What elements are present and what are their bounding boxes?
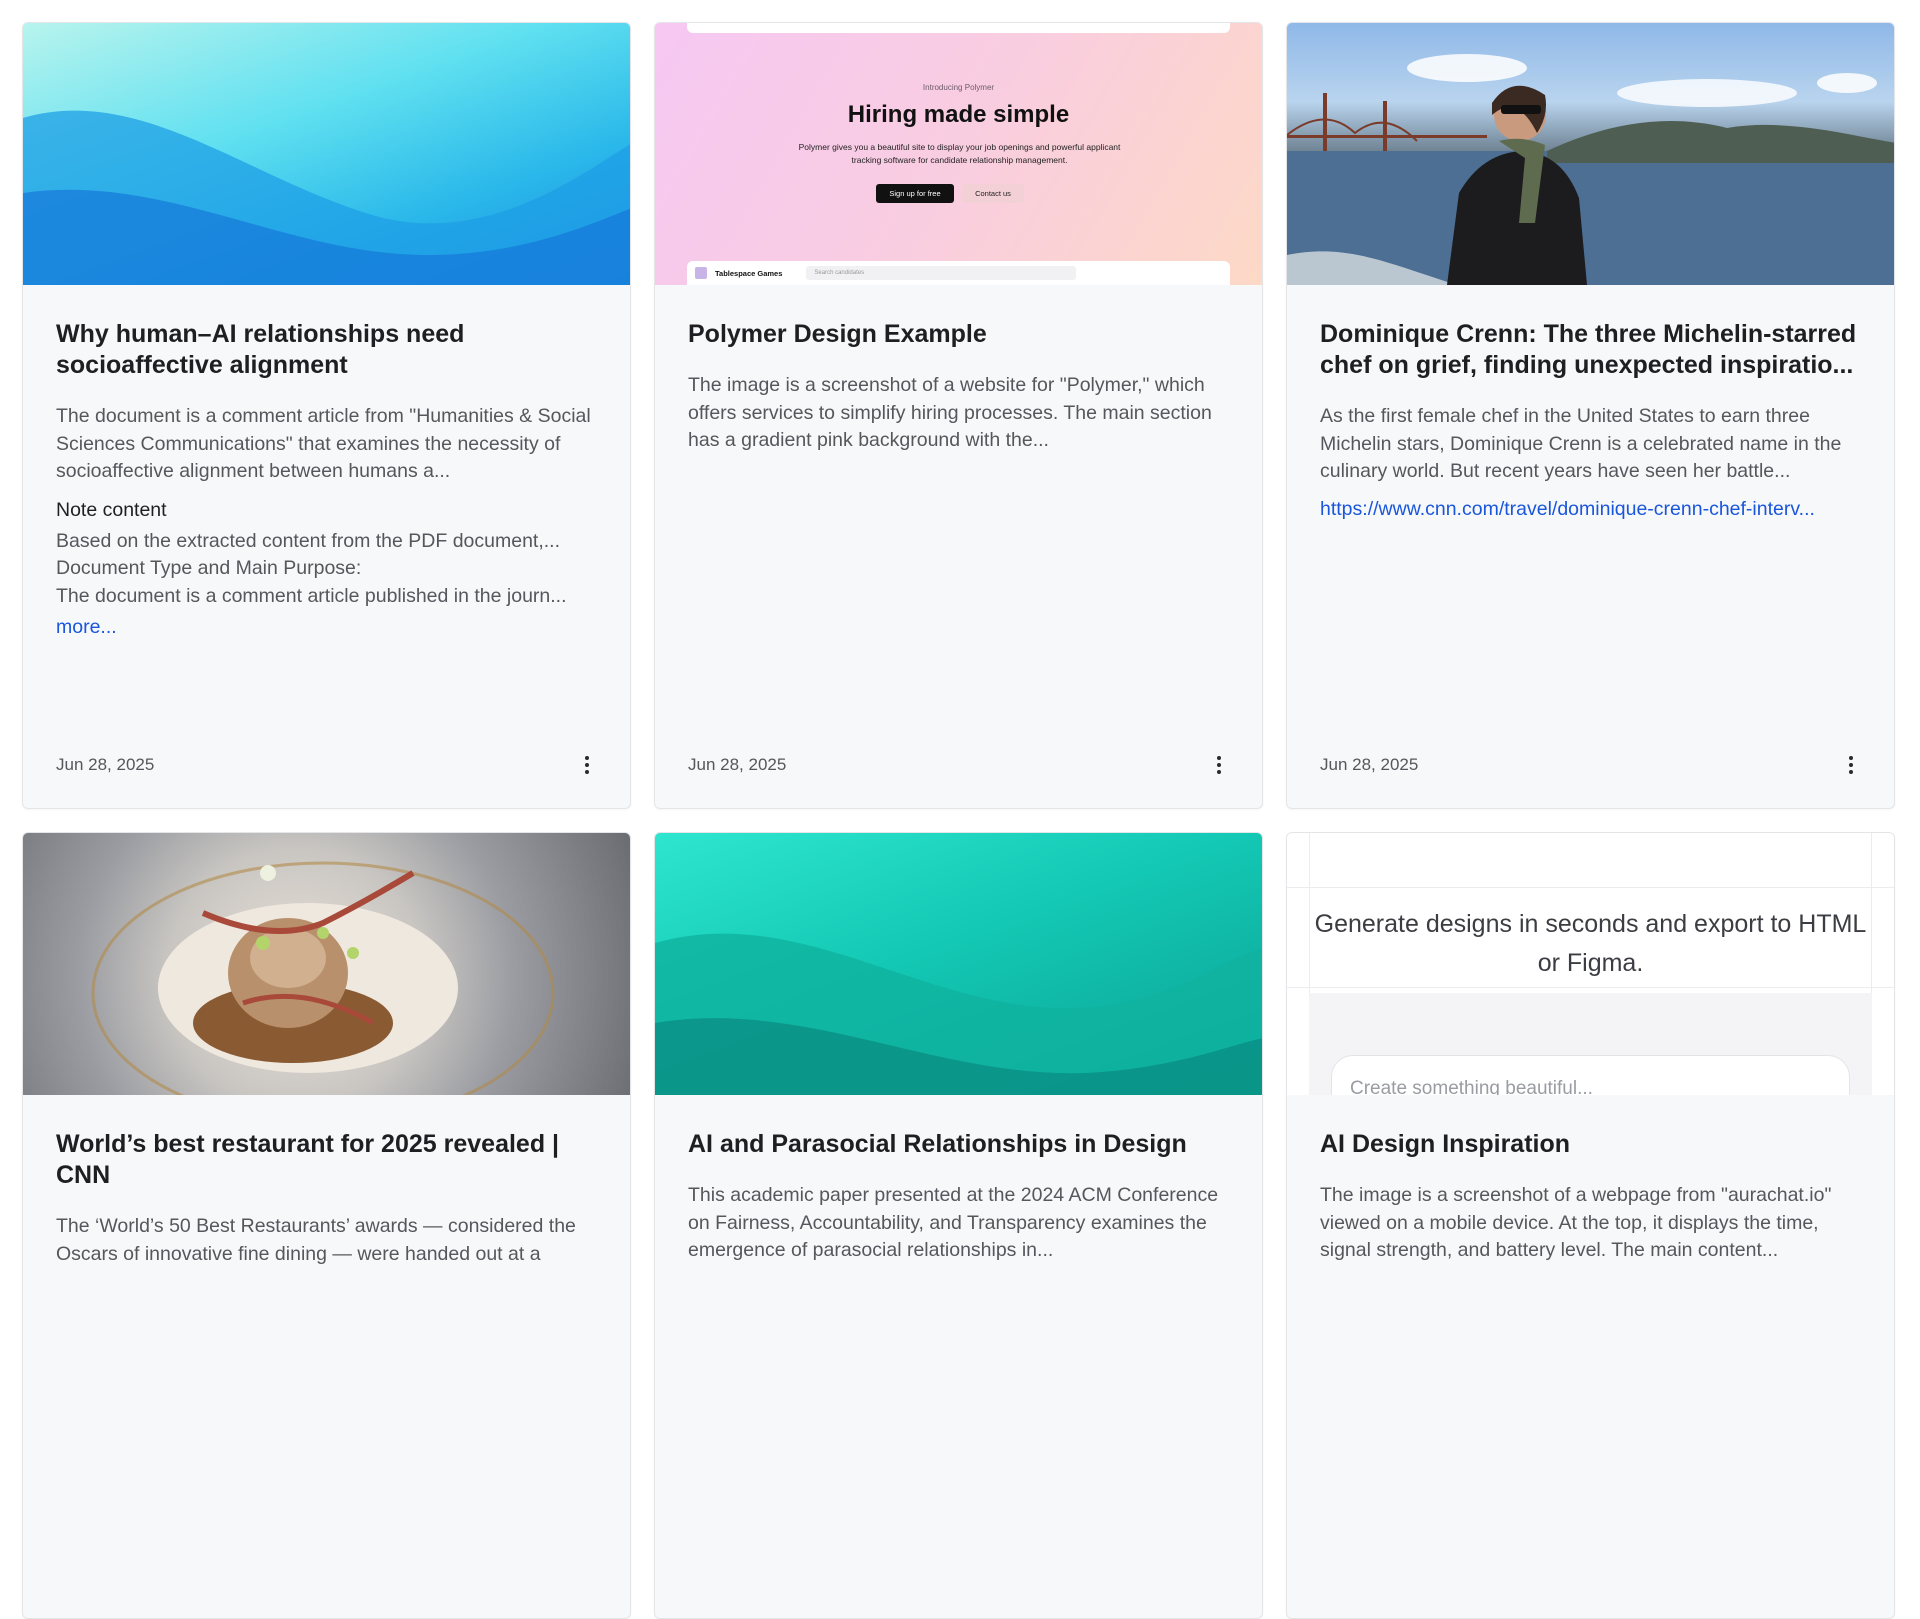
more-options-icon[interactable] <box>1209 753 1229 777</box>
card-description: The document is a comment article from "… <box>56 405 591 482</box>
card-description: This academic paper presented at the 202… <box>688 1184 1219 1261</box>
card-title: Dominique Crenn: The three Michelin-star… <box>1320 320 1857 379</box>
more-options-icon[interactable] <box>1841 753 1861 777</box>
card-date: Jun 28, 2025 <box>1320 755 1419 774</box>
card-footer: Jun 28, 2025 <box>688 753 1229 777</box>
note-card[interactable]: Why human–AI relationships need socioaff… <box>22 22 631 809</box>
card-description: The image is a screenshot of a webpage f… <box>1320 1184 1832 1261</box>
notes-grid: Why human–AI relationships need socioaff… <box>22 22 1895 1619</box>
card-title: Polymer Design Example <box>688 320 987 348</box>
card-date: Jun 28, 2025 <box>688 755 787 774</box>
card-title: World’s best restaurant for 2025 reveale… <box>56 1130 560 1189</box>
card-thumbnail <box>655 833 1262 1095</box>
note-card[interactable]: AI and Parasocial Relationships in Desig… <box>654 832 1263 1619</box>
card-thumbnail <box>23 833 630 1095</box>
preview-app-name: Tablespace Games <box>715 268 783 278</box>
preview-prompt-input: Create something beautiful... <box>1331 1055 1850 1095</box>
preview-search: Search candidates <box>806 266 1077 280</box>
preview-headline: Hiring made simple <box>847 101 1070 128</box>
card-title: AI Design Inspiration <box>1320 1130 1571 1158</box>
more-options-icon[interactable] <box>577 753 597 777</box>
note-card[interactable]: Introducing Polymer Hiring made simple P… <box>654 22 1263 809</box>
card-footer: Jun 28, 2025 <box>1320 753 1861 777</box>
preview-eyebrow: Introducing Polymer <box>922 83 995 92</box>
preview-signup-button: Sign up for free <box>876 184 954 203</box>
preview-subtext: Polymer gives you a beautiful site to di… <box>798 142 1121 165</box>
preview-app-logo <box>695 267 707 279</box>
note-line: The document is a comment article publis… <box>56 584 567 607</box>
card-description: The image is a screenshot of a website f… <box>688 374 1212 451</box>
note-line: Document Type and Main Purpose: <box>56 557 362 579</box>
card-footer: Jun 28, 2025 <box>56 753 597 777</box>
note-content-heading: Note content <box>56 498 167 521</box>
card-thumbnail: Introducing Polymer Hiring made simple P… <box>655 23 1262 285</box>
note-card[interactable]: Generate designs in seconds and export t… <box>1286 832 1895 1619</box>
source-link[interactable]: https://www.cnn.com/travel/dominique-cre… <box>1320 496 1861 523</box>
card-description: As the first female chef in the United S… <box>1320 405 1842 482</box>
preview-contact-button: Contact us <box>962 184 1024 203</box>
card-thumbnail <box>1287 23 1894 285</box>
card-thumbnail: Generate designs in seconds and export t… <box>1287 833 1894 1095</box>
note-card[interactable]: Dominique Crenn: The three Michelin-star… <box>1286 22 1895 809</box>
card-description: The ‘World’s 50 Best Restaurants’ awards… <box>56 1215 576 1265</box>
card-date: Jun 28, 2025 <box>56 755 155 774</box>
card-title: AI and Parasocial Relationships in Desig… <box>688 1130 1187 1158</box>
note-card[interactable]: World’s best restaurant for 2025 reveale… <box>22 832 631 1619</box>
card-title: Why human–AI relationships need socioaff… <box>56 320 465 379</box>
note-line: Based on the extracted content from the … <box>56 529 561 552</box>
preview-headline: Generate designs in seconds and export t… <box>1314 910 1867 977</box>
card-thumbnail <box>23 23 630 285</box>
more-link[interactable]: more... <box>56 616 597 639</box>
